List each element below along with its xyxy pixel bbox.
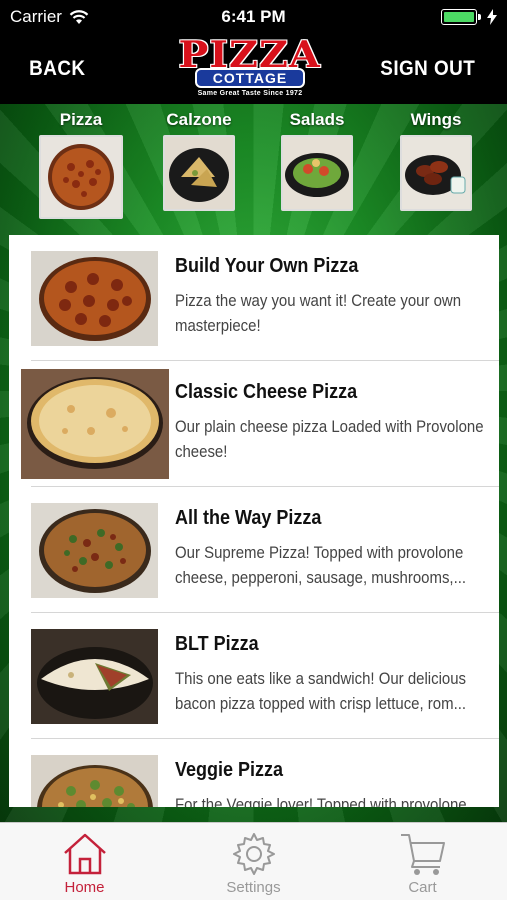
wifi-icon (69, 9, 89, 24)
menu-item-classic-cheese[interactable]: Classic Cheese Pizza Our plain cheese pi… (9, 361, 499, 487)
battery-icon (441, 9, 481, 25)
menu-item-build-your-own[interactable]: Build Your Own Pizza Pizza the way you w… (9, 235, 499, 361)
menu-item-blt[interactable]: BLT Pizza This one eats like a sandwich!… (9, 613, 499, 739)
category-calzone[interactable]: Calzone (154, 104, 244, 211)
build-your-own-pizza-image (31, 251, 158, 346)
calzone-thumb-icon (163, 135, 235, 211)
item-title: Veggie Pizza (175, 759, 284, 781)
tab-home[interactable]: Home (0, 823, 169, 900)
back-button[interactable]: BACK (29, 57, 85, 81)
tab-label: Cart (408, 879, 437, 896)
category-wings[interactable]: Wings (391, 104, 481, 211)
category-strip: Pizza Calzone Salads Wings (0, 104, 507, 287)
status-left: Carrier (10, 7, 89, 27)
item-description: Pizza the way you want it! Create your o… (175, 291, 462, 335)
tab-settings[interactable]: Settings (169, 823, 338, 900)
category-salads[interactable]: Salads (272, 104, 362, 211)
all-the-way-pizza-image (31, 503, 158, 598)
tab-cart[interactable]: Cart (338, 823, 507, 900)
item-title: Build Your Own Pizza (175, 255, 359, 277)
item-description: Our plain cheese pizza Loaded with Provo… (175, 417, 484, 461)
tab-label: Settings (226, 879, 281, 896)
status-right (441, 9, 497, 25)
category-label: Pizza (59, 110, 103, 129)
item-title: Classic Cheese Pizza (175, 381, 358, 403)
sign-out-button[interactable]: SIGN OUT (381, 57, 476, 81)
tab-bar: Home Settings Cart (0, 822, 507, 900)
nav-bar: BACK PIZZA COTTAGE Same Great Taste Sinc… (0, 34, 507, 104)
home-icon (63, 833, 106, 875)
item-title: BLT Pizza (175, 633, 259, 655)
logo-tagline: Same Great Taste Since 1972 (197, 90, 303, 97)
category-label: Wings (410, 110, 462, 129)
wings-thumb-icon (400, 135, 472, 211)
pizza-thumb-icon (39, 135, 123, 219)
item-description: This one eats like a sandwich! Our delic… (175, 669, 467, 713)
item-description: For the Veggie lover! Topped with provol… (175, 795, 467, 807)
carrier-label: Carrier (10, 7, 62, 26)
category-label: Salads (289, 110, 345, 129)
item-description: Our Supreme Pizza! Topped with provolone… (175, 543, 467, 587)
status-bar: Carrier 6:41 PM (0, 0, 507, 34)
pizza-cottage-logo: PIZZA COTTAGE Same Great Taste Since 197… (166, 34, 334, 100)
category-pizza[interactable]: Pizza (36, 104, 126, 219)
cart-icon (400, 834, 445, 875)
blt-pizza-image (31, 629, 158, 724)
category-label: Calzone (166, 110, 232, 129)
salad-thumb-icon (281, 135, 353, 211)
menu-item-all-the-way[interactable]: All the Way Pizza Our Supreme Pizza! Top… (9, 487, 499, 613)
gear-icon (232, 833, 275, 875)
classic-cheese-pizza-image (21, 369, 169, 479)
menu-list: Build Your Own Pizza Pizza the way you w… (9, 235, 499, 807)
logo-main-text: PIZZA (178, 34, 322, 76)
item-title: All the Way Pizza (175, 507, 322, 529)
tab-label: Home (64, 879, 105, 896)
menu-item-veggie[interactable]: Veggie Pizza For the Veggie lover! Toppe… (9, 739, 499, 807)
charging-icon (487, 9, 497, 25)
veggie-pizza-image (31, 755, 158, 807)
